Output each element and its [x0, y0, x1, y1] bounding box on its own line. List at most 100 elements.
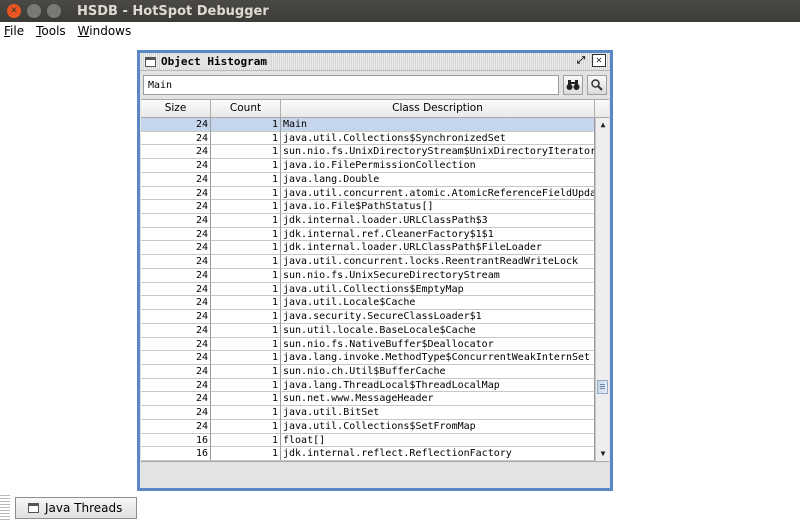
cell-count: 1 — [211, 447, 281, 461]
cell-size: 24 — [141, 145, 211, 160]
table-row[interactable]: 24 1 java.util.Collections$SetFromMap — [141, 419, 595, 434]
cell-class: float[] — [281, 433, 595, 448]
cell-count: 1 — [211, 118, 281, 132]
cell-size: 24 — [141, 172, 211, 187]
table-row[interactable]: 24 1 java.lang.Double — [141, 172, 595, 187]
scroll-down-icon[interactable]: ▼ — [596, 447, 609, 461]
magnifier-icon — [591, 79, 603, 91]
cell-size: 24 — [141, 351, 211, 365]
scroll-thumb[interactable] — [597, 380, 608, 394]
cell-count: 1 — [211, 351, 281, 365]
restore-icon[interactable]: ⤢ — [574, 54, 588, 67]
table-row[interactable]: 24 1 sun.nio.fs.UnixDirectoryStream$UnixDi… — [141, 145, 595, 160]
cell-class: sun.nio.fs.UnixDirectoryStream$UnixDirec… — [281, 145, 595, 160]
table-row[interactable]: 24 1 sun.util.locale.BaseLocale$Cache — [141, 323, 595, 338]
table-row[interactable]: 24 1 jdk.internal.loader.URLClassPath$File… — [141, 241, 595, 256]
table-row[interactable]: 24 1 java.util.Collections$EmptyMap — [141, 282, 595, 297]
cell-count: 1 — [211, 406, 281, 420]
table-row[interactable]: 24 1 jdk.internal.ref.CleanerFactory$1$1 — [141, 227, 595, 242]
status-area — [141, 463, 609, 485]
find-button[interactable] — [563, 75, 583, 95]
table-row[interactable]: 24 1 sun.net.www.MessageHeader — [141, 392, 595, 407]
cell-class: java.util.Locale$Cache — [281, 296, 595, 311]
menu-windows[interactable]: Windows — [78, 24, 132, 38]
cell-class: java.util.concurrent.atomic.AtomicRefere… — [281, 186, 595, 201]
close-icon: ✕ — [10, 5, 18, 16]
cell-size: 24 — [141, 337, 211, 352]
minimize-window-button[interactable] — [27, 4, 41, 18]
cell-size: 24 — [141, 131, 211, 146]
cell-size: 24 — [141, 214, 211, 228]
cell-class: jdk.internal.reflect.ReflectionFactory — [281, 447, 595, 461]
column-count[interactable]: Count — [211, 100, 281, 117]
table-row[interactable]: 24 1 java.lang.invoke.MethodType$Concurren… — [141, 351, 595, 365]
table-row[interactable]: 24 1 java.io.FilePermissionCollection — [141, 159, 595, 173]
table-body: 24 1 Main 24 1 java.util.Collections$Synchron… — [141, 118, 595, 461]
cell-class: java.util.Collections$SetFromMap — [281, 419, 595, 434]
table-header: Size Count Class Description — [141, 100, 609, 118]
table-row[interactable]: 24 1 java.util.concurrent.atomic.AtomicRef… — [141, 186, 595, 201]
frame-icon — [145, 56, 156, 67]
cell-size: 24 — [141, 310, 211, 324]
java-threads-label: Java Threads — [45, 501, 123, 515]
table-row[interactable]: 24 1 java.util.Collections$SynchronizedSet — [141, 131, 595, 146]
table-row[interactable]: 24 1 Main — [141, 118, 595, 132]
menu-tools[interactable]: Tools — [36, 24, 66, 38]
cell-size: 24 — [141, 159, 211, 173]
cell-count: 1 — [211, 378, 281, 393]
cell-count: 1 — [211, 159, 281, 173]
cell-size: 24 — [141, 118, 211, 132]
window-title: HSDB - HotSpot Debugger — [77, 3, 269, 19]
cell-count: 1 — [211, 296, 281, 311]
table-row[interactable]: 24 1 java.lang.ThreadLocal$ThreadLocalMap — [141, 378, 595, 393]
scroll-up-icon[interactable]: ▲ — [596, 118, 609, 132]
table-row[interactable]: 24 1 java.util.Locale$Cache — [141, 296, 595, 311]
cell-class: java.util.concurrent.locks.ReentrantRead… — [281, 255, 595, 269]
cell-size: 24 — [141, 200, 211, 215]
histogram-titlebar[interactable]: Object Histogram ⤢ ✕ — [140, 53, 610, 71]
table-row[interactable]: 16 1 float[] — [141, 433, 595, 448]
cell-count: 1 — [211, 433, 281, 448]
cell-size: 24 — [141, 364, 211, 379]
filter-input[interactable] — [143, 75, 559, 95]
cell-size: 16 — [141, 447, 211, 461]
cell-size: 24 — [141, 406, 211, 420]
column-class-description[interactable]: Class Description — [281, 100, 595, 117]
maximize-window-button[interactable] — [47, 4, 61, 18]
cell-size: 24 — [141, 227, 211, 242]
table-row[interactable]: 24 1 sun.nio.fs.UnixSecureDirectoryStream — [141, 268, 595, 283]
close-window-button[interactable]: ✕ — [7, 4, 21, 18]
table-row[interactable]: 24 1 java.security.SecureClassLoader$1 — [141, 310, 595, 324]
java-threads-button[interactable]: Java Threads — [15, 497, 137, 519]
cell-size: 24 — [141, 419, 211, 434]
cell-class: java.util.Collections$SynchronizedSet — [281, 131, 595, 146]
cell-count: 1 — [211, 200, 281, 215]
table-row[interactable]: 24 1 java.util.BitSet — [141, 406, 595, 420]
vertical-scrollbar[interactable]: ▲ ▼ — [595, 118, 609, 461]
cell-count: 1 — [211, 419, 281, 434]
cell-count: 1 — [211, 392, 281, 407]
table-row[interactable]: 16 1 jdk.internal.reflect.ReflectionFactor… — [141, 447, 595, 461]
table-row[interactable]: 24 1 sun.nio.ch.Util$BufferCache — [141, 364, 595, 379]
object-histogram-frame: Object Histogram ⤢ ✕ Size Count Class De… — [137, 50, 613, 491]
table-row[interactable]: 24 1 jdk.internal.loader.URLClassPath$3 — [141, 214, 595, 228]
cell-count: 1 — [211, 145, 281, 160]
cell-count: 1 — [211, 255, 281, 269]
close-frame-button[interactable]: ✕ — [592, 54, 606, 67]
desktop-grip — [0, 495, 10, 522]
table-row[interactable]: 24 1 java.io.File$PathStatus[] — [141, 200, 595, 215]
frame-icon — [28, 503, 39, 513]
search-button[interactable] — [587, 75, 607, 95]
cell-count: 1 — [211, 214, 281, 228]
menu-bar: File Tools Windows — [0, 22, 800, 40]
column-size[interactable]: Size — [141, 100, 211, 117]
menu-file[interactable]: File — [4, 24, 24, 38]
table-row[interactable]: 24 1 java.util.concurrent.locks.ReentrantR… — [141, 255, 595, 269]
table-row[interactable]: 24 1 sun.nio.fs.NativeBuffer$Deallocator — [141, 337, 595, 352]
cell-class: java.lang.invoke.MethodType$ConcurrentWe… — [281, 351, 595, 365]
cell-count: 1 — [211, 131, 281, 146]
cell-class: jdk.internal.loader.URLClassPath$3 — [281, 214, 595, 228]
cell-size: 16 — [141, 433, 211, 448]
cell-class: jdk.internal.loader.URLClassPath$FileLoa… — [281, 241, 595, 256]
cell-count: 1 — [211, 186, 281, 201]
